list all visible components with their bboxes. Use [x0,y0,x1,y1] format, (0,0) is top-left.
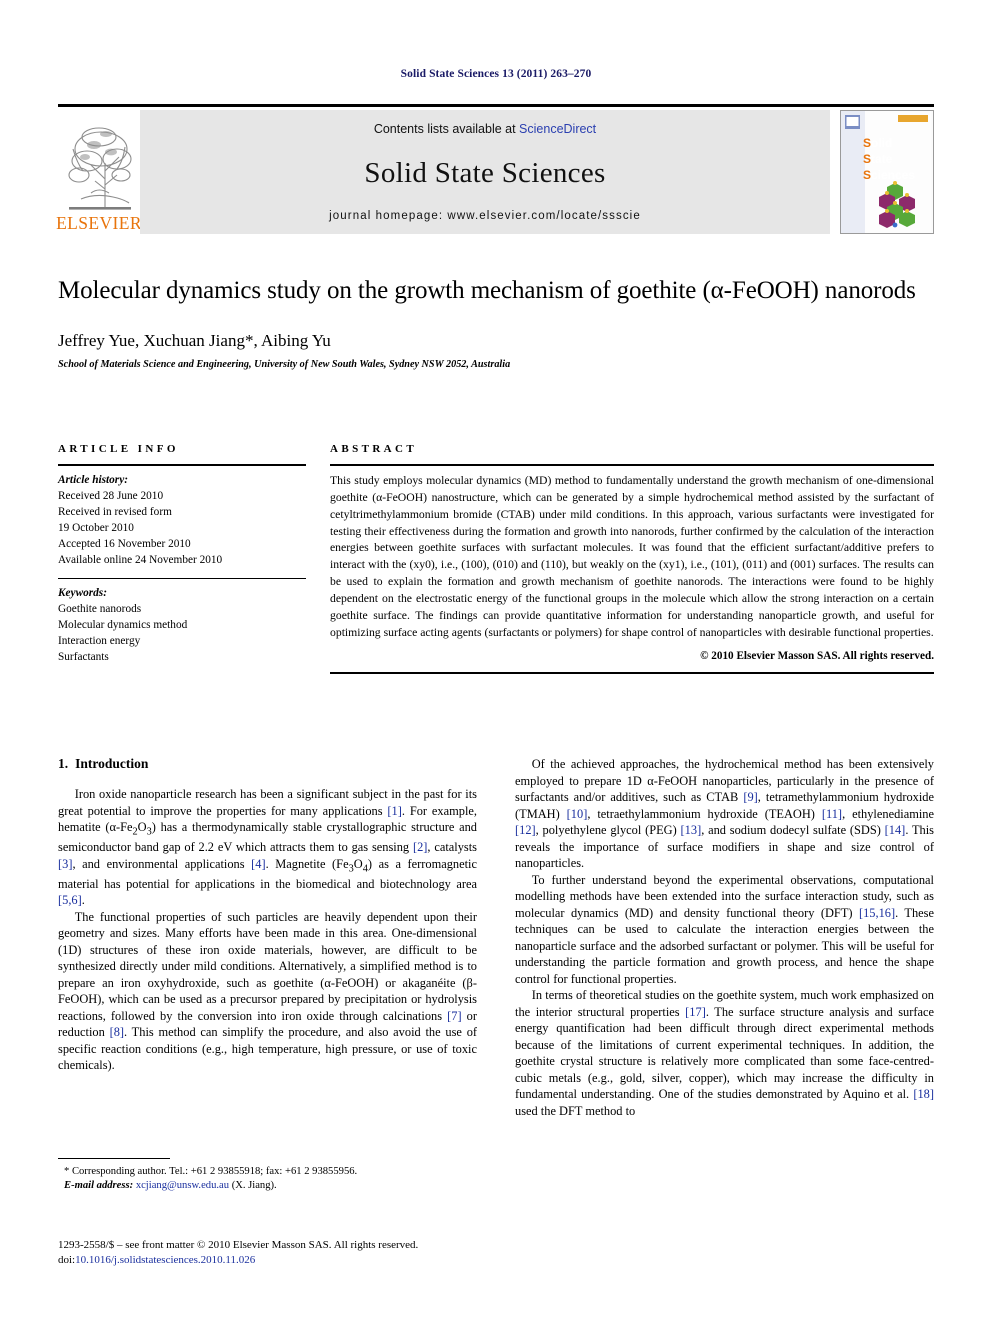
running-head: Solid State Sciences 13 (2011) 263–270 [400,68,592,80]
abstract-column: ABSTRACT This study employs molecular dy… [330,443,934,675]
paragraph: Of the achieved approaches, the hydroche… [515,757,935,870]
history-item: Accepted 16 November 2010 [58,538,191,551]
reference-link[interactable]: [2] [413,840,427,854]
body-column-right: Of the achieved approaches, the hydroche… [515,756,934,1119]
body-column-left: 1. Introduction Iron oxide nanoparticle r… [58,756,477,1119]
reference-link[interactable]: [8] [110,1025,124,1039]
svg-text:S: S [863,168,871,182]
sciencedirect-link[interactable]: ScienceDirect [519,122,596,136]
reference-link[interactable]: [4] [251,857,265,871]
reference-link[interactable]: [12] [515,823,536,837]
elsevier-wordmark: ELSEVIER [56,212,142,233]
article-info-label: ARTICLE INFO [58,443,179,455]
svg-text:S: S [863,136,871,150]
reference-link[interactable]: [13] [681,823,702,837]
doi-link[interactable]: 10.1016/j.solidstatesciences.2010.11.026 [75,1254,255,1266]
reference-link[interactable]: [9] [743,790,757,804]
paragraph: In terms of theoretical studies on the g… [515,988,934,1118]
keyword-item: Interaction energy [58,635,141,648]
info-abstract-section: ARTICLE INFO Article history: Received 2… [58,443,934,675]
footnote-block: * Corresponding author. Tel.: +61 2 9385… [58,1158,477,1194]
front-matter-line: 1293-2558/$ – see front matter © 2010 El… [58,1239,419,1251]
paragraph: The functional properties of such partic… [58,909,478,1073]
article-history-group: Article history: Received 28 June 2010 R… [58,466,306,568]
journal-cover-art-icon: Solid State Sciences [841,111,931,233]
header-top-rule [58,104,934,107]
contents-available-line: Contents lists available at ScienceDirec… [374,122,596,136]
reference-link[interactable]: [5,6] [58,893,82,907]
page-title: Molecular dynamics study on the growth m… [58,277,916,304]
doi-label: doi: [58,1254,76,1267]
article-history-title: Article history: [58,474,128,486]
reference-link[interactable]: [7] [447,1009,461,1023]
history-item: Received 28 June 2010 [58,490,164,503]
affiliation: School of Materials Science and Engineer… [58,358,511,370]
journal-header-center: Contents lists available at ScienceDirec… [140,110,830,234]
corresponding-author-note: * Corresponding author. Tel.: +61 2 9385… [64,1166,358,1177]
keywords-title: Keywords: [58,587,107,600]
svg-text:olid: olid [871,136,892,150]
paragraph: Iron oxide nanoparticle research has bee… [58,787,477,908]
reference-link[interactable]: [10] [567,807,588,821]
copyright-line: © 2010 Elsevier Masson SAS. All rights r… [700,650,934,663]
elsevier-tree-icon [68,126,132,210]
keyword-item: Surfactants [58,651,109,664]
elsevier-logo: ELSEVIER [56,110,142,234]
author-list: Jeffrey Yue, Xuchuan Jiang*, Aibing Yu [58,330,331,350]
section-number: 1. [58,756,69,771]
reference-link[interactable]: [18] [913,1087,934,1101]
doi-line: doi:10.1016/j.solidstatesciences.2010.11… [58,1253,618,1268]
article-info-column: ARTICLE INFO Article history: Received 2… [58,443,306,674]
abstract-bottom-rule [330,672,934,675]
reference-link[interactable]: [11] [822,807,842,821]
history-item: Received in revised form [58,506,172,519]
reference-link[interactable]: [3] [58,857,72,871]
section-heading-introduction: 1. Introduction [58,756,477,772]
journal-header: ELSEVIER Contents lists available at Sci… [56,110,934,234]
keyword-item: Goethite nanorods [58,603,142,616]
abstract-text: This study employs molecular dynamics (M… [330,474,934,639]
title-block: Molecular dynamics study on the growth m… [58,276,934,370]
email-label: E-mail address: [64,1180,134,1192]
keywords-group: Keywords: Goethite nanorods Molecular dy… [58,579,306,665]
abstract-label: ABSTRACT [330,443,418,455]
svg-text:ciences: ciences [871,168,915,182]
keyword-item: Molecular dynamics method [58,619,188,632]
journal-homepage[interactable]: journal homepage: www.elsevier.com/locat… [329,210,641,222]
journal-title: Solid State Sciences [364,156,606,189]
svg-text:S: S [863,152,871,166]
paragraph: To further understand beyond the experim… [515,872,934,986]
section-title: Introduction [75,756,149,771]
reference-link[interactable]: [15,16] [859,906,895,920]
history-item: Available online 24 November 2010 [58,554,223,567]
reference-link[interactable]: [14] [885,823,906,837]
history-item: 19 October 2010 [58,522,134,535]
footnote-rule [58,1158,170,1159]
email-link[interactable]: xcjiang@unsw.edu.au [136,1180,229,1191]
journal-cover-thumbnail: Solid State Sciences [840,110,934,234]
reference-link[interactable]: [1] [387,804,401,818]
svg-text:tate: tate [871,152,893,166]
article-page: Solid State Sciences 13 (2011) 263–270 E… [0,0,992,1323]
email-suffix: (X. Jiang). [231,1180,277,1192]
imprint-block: 1293-2558/$ – see front matter © 2010 El… [58,1238,618,1269]
email-note: E-mail address: xcjiang@unsw.edu.au (X. … [58,1179,477,1193]
body-columns: 1. Introduction Iron oxide nanoparticle r… [58,756,934,1119]
contents-prefix: Contents lists available at [373,122,520,136]
reference-link[interactable]: [17] [685,1005,706,1019]
